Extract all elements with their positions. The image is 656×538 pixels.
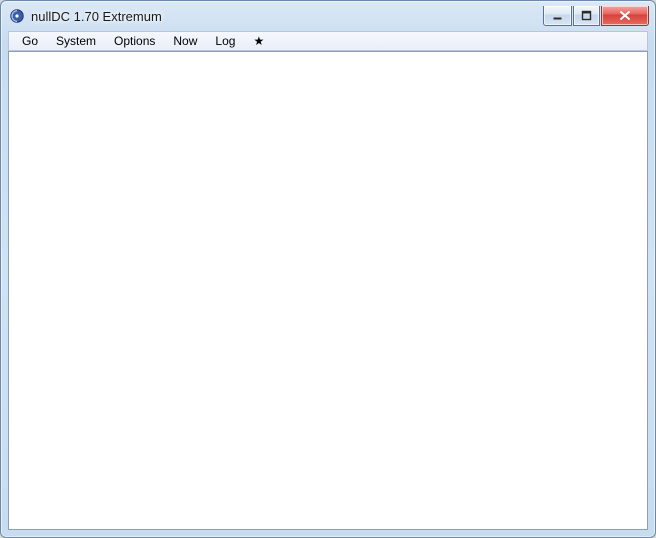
minimize-icon	[552, 10, 563, 21]
close-icon	[619, 10, 631, 21]
app-window: nullDC 1.70 Extremum Go System	[0, 0, 656, 538]
menu-go[interactable]: Go	[13, 32, 47, 50]
menubar: Go System Options Now Log ★	[8, 31, 648, 51]
titlebar[interactable]: nullDC 1.70 Extremum	[1, 1, 655, 31]
client-area	[8, 51, 648, 530]
maximize-icon	[581, 10, 592, 21]
close-button[interactable]	[601, 6, 649, 26]
menu-now[interactable]: Now	[164, 32, 206, 50]
window-title: nullDC 1.70 Extremum	[31, 9, 543, 24]
app-icon	[9, 8, 25, 24]
menu-options[interactable]: Options	[105, 32, 164, 50]
minimize-button[interactable]	[543, 6, 572, 26]
window-controls	[543, 6, 649, 26]
menu-system[interactable]: System	[47, 32, 105, 50]
maximize-button[interactable]	[573, 6, 600, 26]
menu-log[interactable]: Log	[206, 32, 244, 50]
menu-star[interactable]: ★	[244, 32, 273, 50]
